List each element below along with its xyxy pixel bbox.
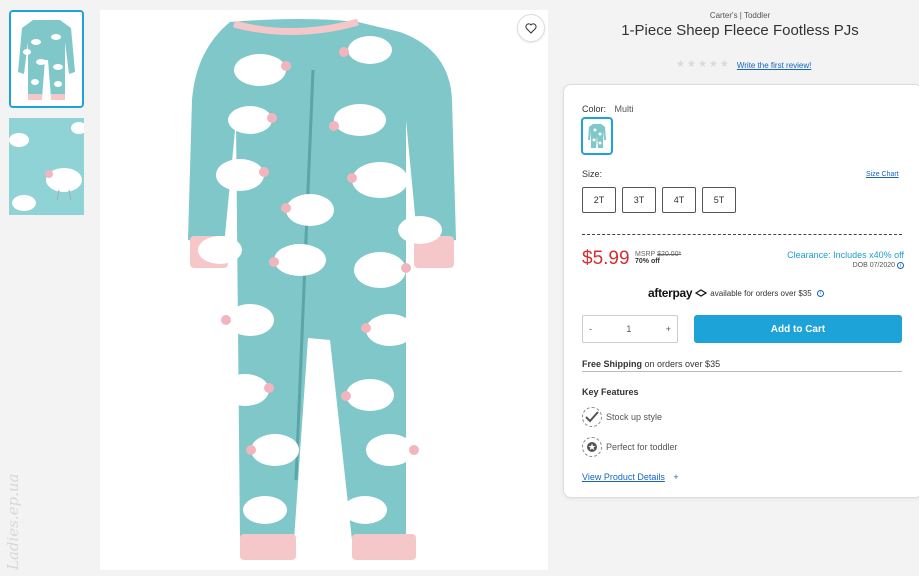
watermark: Ladies.ep.ua xyxy=(4,473,22,571)
dob-text: DOB 07/2020 xyxy=(852,262,895,269)
msrp-block: MSRP $20.00* 70% off xyxy=(635,251,681,265)
view-details-row: View Product Details + xyxy=(582,467,679,485)
quantity-stepper: - 1 + xyxy=(582,315,678,343)
write-review-link[interactable]: Write the first review! xyxy=(737,61,812,70)
product-page: Ladies.ep.ua Carter's | Toddler 1-Piece … xyxy=(0,0,919,576)
fabric-detail-image xyxy=(9,118,84,215)
purchase-card: Color: Multi Size: Size Chart 2T 3T 4T 5… xyxy=(563,84,919,498)
afterpay-logo: afterpay xyxy=(648,286,693,300)
expand-plus-icon[interactable]: + xyxy=(673,472,678,482)
feature-item: Stock up style xyxy=(582,407,662,427)
star-badge-icon xyxy=(582,437,602,457)
favorite-heart-button[interactable] xyxy=(517,14,545,42)
heart-icon xyxy=(525,22,537,34)
size-option-3t[interactable]: 3T xyxy=(622,187,656,213)
percent-off: 70% off xyxy=(635,258,660,265)
shipping-info: Free Shipping on orders over $35 xyxy=(582,359,720,369)
product-title: 1-Piece Sheep Fleece Footless PJs xyxy=(621,22,859,39)
clearance-text: Clearance: Includes x40% off xyxy=(787,250,904,260)
size-option-5t[interactable]: 5T xyxy=(702,187,736,213)
free-shipping-label: Free Shipping xyxy=(582,359,643,369)
view-product-details-link[interactable]: View Product Details xyxy=(582,472,665,482)
msrp-value: $20.00* xyxy=(657,251,682,258)
main-product-image xyxy=(100,10,548,570)
add-to-cart-button[interactable]: Add to Cart xyxy=(694,315,902,343)
star-icon: ★ xyxy=(708,59,718,70)
size-option-2t[interactable]: 2T xyxy=(582,187,616,213)
afterpay-row: afterpay available for orders over $35 i xyxy=(648,286,824,300)
star-icon: ★ xyxy=(676,59,685,70)
size-chart-link[interactable]: Size Chart xyxy=(866,171,899,178)
dob-row: DOB 07/2020 i xyxy=(853,262,904,269)
star-icon: ★ xyxy=(697,59,707,70)
pajama-illustration xyxy=(188,18,456,560)
quantity-input[interactable]: 1 xyxy=(626,324,631,334)
color-label: Color: xyxy=(582,104,607,114)
msrp-label: MSRP xyxy=(635,251,656,258)
quantity-plus-button[interactable]: + xyxy=(666,324,671,334)
feature-text: Stock up style xyxy=(606,412,663,422)
pajama-thumbnail-image xyxy=(11,12,82,106)
info-icon[interactable]: i xyxy=(897,262,904,269)
feature-text: Perfect for toddler xyxy=(606,442,678,452)
free-shipping-text: on orders over $35 xyxy=(644,359,721,369)
thumbnail-detail[interactable] xyxy=(9,118,84,215)
color-swatch-multi[interactable] xyxy=(581,117,613,155)
checkmark-icon xyxy=(582,407,602,427)
swatch-image xyxy=(588,124,606,148)
key-features-title: Key Features xyxy=(582,387,639,397)
color-value: Multi xyxy=(614,104,634,114)
divider xyxy=(582,371,902,372)
divider xyxy=(582,234,902,235)
color-row: Color: Multi xyxy=(582,99,633,117)
sale-price: $5.99 xyxy=(582,248,630,269)
afterpay-info-icon[interactable]: i xyxy=(816,289,824,297)
afterpay-text: available for orders over $35 xyxy=(710,288,812,298)
star-icon: ★ xyxy=(719,59,729,70)
brand-breadcrumb[interactable]: Carter's | Toddler xyxy=(580,11,900,20)
star-icon: ★ xyxy=(686,59,696,70)
rating-row: ★ ★ ★ ★ ★ Write the first review! xyxy=(676,60,811,70)
quantity-minus-button[interactable]: - xyxy=(589,324,592,334)
size-option-4t[interactable]: 4T xyxy=(662,187,696,213)
afterpay-arrows-icon xyxy=(695,288,708,297)
size-label: Size: xyxy=(582,169,603,179)
thumbnail-front[interactable] xyxy=(9,10,84,108)
feature-item: Perfect for toddler xyxy=(582,437,678,457)
